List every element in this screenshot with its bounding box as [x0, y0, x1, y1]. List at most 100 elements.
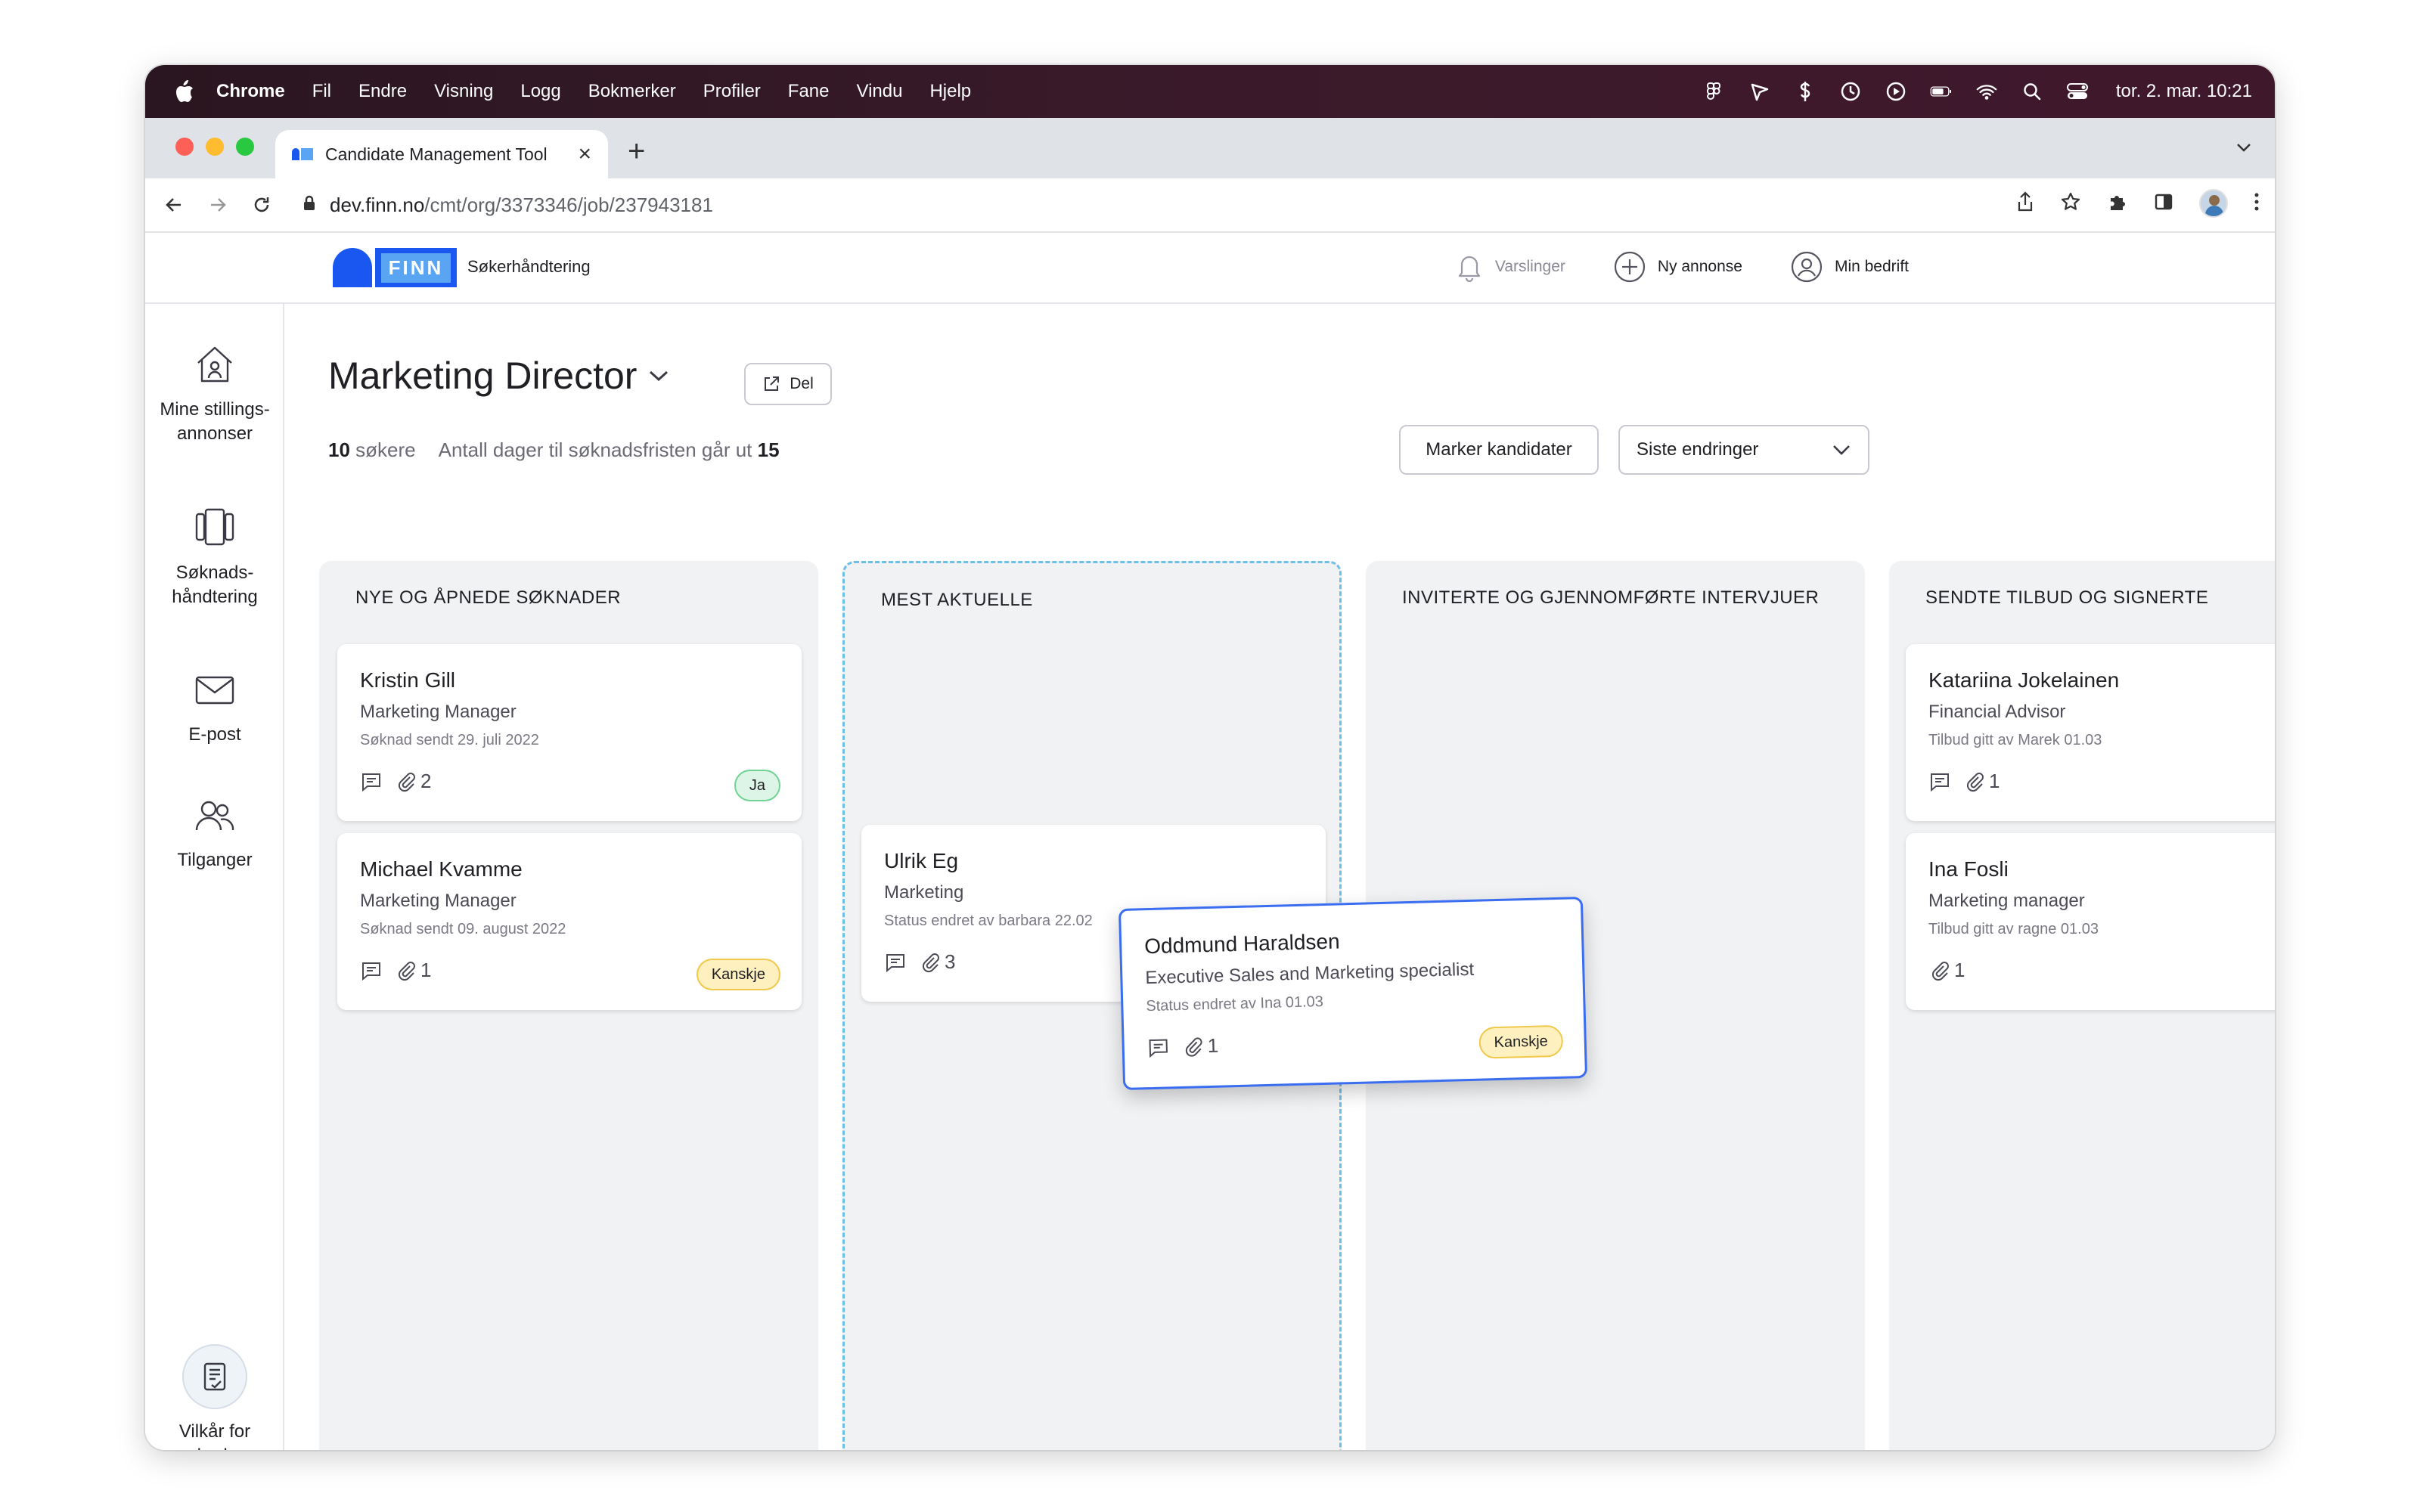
share-label: Del: [790, 375, 814, 392]
side-panel-icon[interactable]: [2154, 192, 2173, 215]
menu-vindu[interactable]: Vindu: [857, 81, 903, 102]
candidate-name: Oddmund Haraldsen: [1143, 929, 1340, 959]
deadline-text: Antall dager til søknadsfristen går ut: [438, 438, 752, 461]
menu-visning[interactable]: Visning: [434, 81, 493, 102]
candidate-card[interactable]: Ina Fosli Marketing manager Tilbud gitt …: [1906, 833, 2275, 1010]
menu-app-name[interactable]: Chrome: [216, 81, 285, 102]
mail-icon: [192, 667, 237, 712]
main-content: Marketing Director Del 10 søkere Antall d…: [284, 304, 2275, 1450]
sidebar-label-terms: Vilkår for bruk: [178, 1421, 251, 1450]
comment-icon: [1931, 773, 1949, 792]
dollar-icon[interactable]: [1794, 80, 1817, 103]
finn-logo[interactable]: FINN: [333, 248, 457, 287]
sidebar-item-access[interactable]: Tilganger: [145, 792, 284, 872]
browser-menu-icon[interactable]: [2254, 192, 2260, 215]
browser-tab-active[interactable]: Candidate Management Tool ×: [275, 130, 608, 178]
tab-search-chevron-icon[interactable]: [2235, 142, 2252, 156]
attachment-count: 1: [1928, 959, 1965, 982]
my-company-button[interactable]: Min bedrift: [1791, 251, 1909, 283]
mark-candidates-button[interactable]: Marker kandidater: [1399, 425, 1599, 475]
sidebar-label-job-ads: Mine stillings- annonser: [160, 399, 270, 444]
menu-logg[interactable]: Logg: [520, 81, 560, 102]
bookmark-star-icon[interactable]: [2060, 191, 2081, 216]
menu-profiler[interactable]: Profiler: [703, 81, 761, 102]
notifications-button[interactable]: Varslinger: [1456, 252, 1565, 282]
reload-icon[interactable]: [248, 191, 275, 218]
url-host: dev.finn.no: [330, 193, 425, 216]
attachment-count: 3: [919, 950, 955, 974]
time-machine-icon[interactable]: [1839, 80, 1862, 103]
spotlight-search-icon[interactable]: [2021, 80, 2043, 103]
status-badge[interactable]: Kanskje: [1478, 1024, 1564, 1059]
figma-icon[interactable]: [1703, 80, 1726, 103]
menu-bokmerker[interactable]: Bokmerker: [588, 81, 676, 102]
apple-icon[interactable]: [172, 79, 195, 104]
forward-arrow-icon[interactable]: [204, 191, 231, 218]
maximize-window-button[interactable]: [236, 138, 254, 156]
menu-endre[interactable]: Endre: [358, 81, 407, 102]
share-page-icon[interactable]: [2016, 191, 2034, 216]
card-icons: 1: [1146, 1034, 1219, 1059]
candidate-card[interactable]: Katariina Jokelainen Financial Advisor T…: [1906, 644, 2275, 821]
sidebar-item-email[interactable]: E-post: [145, 667, 284, 747]
candidate-name: Ina Fosli: [1928, 857, 2009, 881]
comment-icon: [886, 953, 904, 972]
dragged-candidate-card[interactable]: Oddmund Haraldsen Executive Sales and Ma…: [1118, 897, 1588, 1090]
paperclip-icon: [922, 953, 939, 972]
candidate-status: Tilbud gitt av ragne 01.03: [1928, 921, 2099, 937]
sidebar-item-applications[interactable]: Søknads- håndtering: [145, 505, 284, 609]
candidate-role: Marketing Manager: [360, 891, 517, 911]
page-title: Marketing Director: [328, 355, 638, 397]
app-name: Søkerhåndtering: [467, 257, 591, 276]
candidate-card[interactable]: Kristin Gill Marketing Manager Søknad se…: [337, 644, 802, 821]
menu-fane[interactable]: Fane: [788, 81, 830, 102]
chevron-down-icon: [1833, 445, 1850, 455]
profile-avatar[interactable]: [2199, 189, 2228, 218]
applicant-count: 10: [328, 438, 350, 461]
url-field[interactable]: dev.finn.no/cmt/org/3373346/job/23794318…: [302, 186, 2133, 224]
header-actions: Varslinger Ny annonse Min bedrift: [1456, 251, 1909, 283]
card-icons: 1: [360, 959, 431, 982]
candidate-role: Marketing: [884, 882, 964, 903]
lock-icon[interactable]: [302, 194, 316, 217]
paperclip-icon: [1185, 1036, 1202, 1057]
column-title: INVITERTE OG GJENNOMFØRTE INTERVJUER: [1402, 587, 1820, 608]
card-icons: 1: [1928, 959, 1965, 982]
menu-hjelp[interactable]: Hjelp: [929, 81, 971, 102]
card-icons: 2: [360, 770, 431, 793]
wifi-icon[interactable]: [1975, 80, 1998, 103]
finn-logo-shape: [333, 248, 372, 287]
share-button[interactable]: Del: [744, 363, 832, 405]
paperclip-icon: [398, 961, 415, 981]
status-badge[interactable]: Kanskje: [696, 959, 780, 990]
minimize-window-button[interactable]: [206, 138, 224, 156]
back-arrow-icon[interactable]: [160, 191, 188, 218]
new-tab-button[interactable]: +: [628, 136, 645, 166]
battery-icon[interactable]: [1930, 80, 1953, 103]
sidebar-item-terms[interactable]: Vilkår for bruk: [145, 1344, 284, 1450]
candidate-status: Søknad sendt 29. juli 2022: [360, 732, 539, 748]
job-switcher-chevron-icon[interactable]: [647, 369, 670, 386]
tab-close-icon[interactable]: ×: [578, 141, 591, 167]
menu-fil[interactable]: Fil: [312, 81, 331, 102]
control-center-icon[interactable]: [2066, 80, 2089, 103]
status-badge[interactable]: Ja: [734, 770, 780, 801]
extensions-puzzle-icon[interactable]: [2107, 191, 2128, 216]
attachment-count: 2: [395, 770, 431, 793]
sort-select[interactable]: Siste endringer: [1618, 425, 1869, 475]
window-controls: [175, 138, 254, 156]
finn-logo-wordmark: FINN: [375, 248, 457, 287]
cursor-tool-icon[interactable]: [1748, 80, 1771, 103]
url-path: /cmt/org/3373346/job/237943181: [424, 193, 713, 216]
play-icon[interactable]: [1885, 80, 1907, 103]
sidebar-item-job-ads[interactable]: Mine stillings- annonser: [145, 342, 284, 446]
job-meta: 10 søkere Antall dager til søknadsfristen…: [328, 438, 780, 462]
new-ad-button[interactable]: Ny annonse: [1614, 251, 1742, 283]
bell-icon: [1458, 256, 1480, 282]
paperclip-icon: [1966, 772, 1984, 792]
candidate-card[interactable]: Michael Kvamme Marketing Manager Søknad …: [337, 833, 802, 1010]
menubar-clock[interactable]: tor. 2. mar. 10:21: [2116, 81, 2252, 102]
close-window-button[interactable]: [175, 138, 194, 156]
tab-favicon-icon: [292, 148, 315, 160]
candidate-status: Søknad sendt 09. august 2022: [360, 921, 566, 937]
